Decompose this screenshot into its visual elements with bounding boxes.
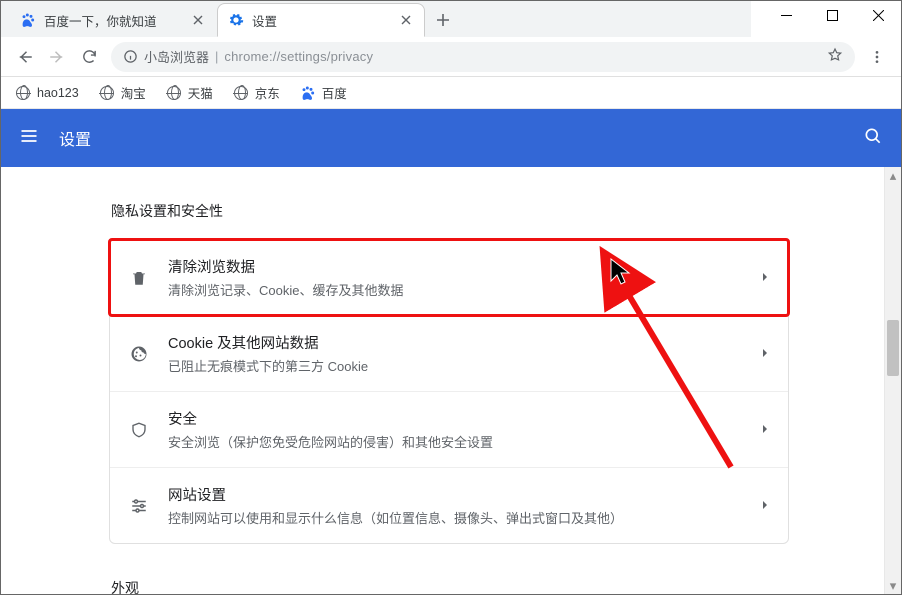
bookmark-hao123[interactable]: hao123 xyxy=(7,81,87,105)
globe-icon xyxy=(233,85,249,101)
cookie-icon xyxy=(128,345,150,363)
nav-forward-button[interactable] xyxy=(41,41,73,73)
privacy-card: 清除浏览数据 清除浏览记录、Cookie、缓存及其他数据 Cookie 及其他网… xyxy=(109,239,789,544)
address-origin: 小岛浏览器 xyxy=(144,47,209,66)
row-security[interactable]: 安全 安全浏览（保护您免受危险网站的侵害）和其他安全设置 xyxy=(110,391,788,467)
bookmark-label: 百度 xyxy=(322,83,347,102)
scroll-down-icon[interactable]: ▾ xyxy=(885,577,901,594)
address-separator: | xyxy=(215,49,218,64)
trash-icon xyxy=(128,269,150,287)
chevron-right-icon xyxy=(760,346,770,361)
baidu-favicon-icon xyxy=(20,12,36,28)
scroll-thumb[interactable] xyxy=(887,320,899,376)
globe-icon xyxy=(99,85,115,101)
tune-icon xyxy=(128,497,150,515)
bookmark-label: hao123 xyxy=(37,86,79,100)
chevron-right-icon xyxy=(760,270,770,285)
bookmark-jd[interactable]: 京东 xyxy=(225,79,288,106)
row-clear-browsing-data[interactable]: 清除浏览数据 清除浏览记录、Cookie、缓存及其他数据 xyxy=(110,240,788,315)
row-desc: 安全浏览（保护您免受危险网站的侵害）和其他安全设置 xyxy=(168,432,760,451)
close-tab-icon[interactable] xyxy=(398,12,414,28)
settings-header: 设置 xyxy=(1,109,901,167)
globe-icon xyxy=(166,85,182,101)
globe-icon xyxy=(15,85,31,101)
toolbar: 小岛浏览器 | chrome://settings/privacy xyxy=(1,37,901,77)
chevron-right-icon xyxy=(760,422,770,437)
row-site-settings[interactable]: 网站设置 控制网站可以使用和显示什么信息（如位置信息、摄像头、弹出式窗口及其他） xyxy=(110,467,788,543)
row-title: 安全 xyxy=(168,408,760,429)
bookmark-star-icon[interactable] xyxy=(827,47,843,66)
shield-icon xyxy=(128,421,150,439)
row-desc: 清除浏览记录、Cookie、缓存及其他数据 xyxy=(168,280,760,299)
window-close-button[interactable] xyxy=(855,1,901,29)
close-tab-icon[interactable] xyxy=(190,12,206,28)
bookmarks-bar: hao123 淘宝 天猫 京东 百度 xyxy=(1,77,901,109)
bookmark-tmall[interactable]: 天猫 xyxy=(158,79,221,106)
bookmark-baidu[interactable]: 百度 xyxy=(292,79,355,106)
address-path: chrome://settings/privacy xyxy=(224,49,373,64)
address-bar[interactable]: 小岛浏览器 | chrome://settings/privacy xyxy=(111,42,855,72)
tab-title: 百度一下，你就知道 xyxy=(44,11,190,30)
settings-content: 隐私设置和安全性 清除浏览数据 清除浏览记录、Cookie、缓存及其他数据 xyxy=(109,167,789,594)
row-title: Cookie 及其他网站数据 xyxy=(168,332,760,353)
site-info-icon[interactable] xyxy=(123,49,138,64)
row-desc: 已阻止无痕模式下的第三方 Cookie xyxy=(168,356,760,375)
bookmark-label: 京东 xyxy=(255,83,280,102)
section-title-privacy: 隐私设置和安全性 xyxy=(111,201,789,221)
chevron-right-icon xyxy=(760,498,770,513)
tab-settings[interactable]: 设置 xyxy=(217,3,425,37)
overflow-menu-button[interactable] xyxy=(861,41,893,73)
bookmark-label: 淘宝 xyxy=(121,83,146,102)
section-title-appearance: 外观 xyxy=(111,578,789,594)
row-cookies[interactable]: Cookie 及其他网站数据 已阻止无痕模式下的第三方 Cookie xyxy=(110,315,788,391)
settings-title: 设置 xyxy=(59,126,91,150)
hamburger-menu-icon[interactable] xyxy=(19,126,39,151)
tab-title: 设置 xyxy=(252,11,398,30)
window-minimize-button[interactable] xyxy=(763,1,809,29)
tab-strip: 百度一下，你就知道 设置 xyxy=(1,1,751,37)
new-tab-button[interactable] xyxy=(429,6,457,34)
nav-reload-button[interactable] xyxy=(73,41,105,73)
tab-baidu[interactable]: 百度一下，你就知道 xyxy=(9,3,217,37)
scroll-up-icon[interactable]: ▴ xyxy=(885,167,901,184)
window-maximize-button[interactable] xyxy=(809,1,855,29)
search-icon[interactable] xyxy=(863,126,883,151)
row-desc: 控制网站可以使用和显示什么信息（如位置信息、摄像头、弹出式窗口及其他） xyxy=(168,508,760,527)
baidu-icon xyxy=(300,85,316,101)
content-scrollbar[interactable]: ▴ ▾ xyxy=(884,167,901,594)
bookmark-taobao[interactable]: 淘宝 xyxy=(91,79,154,106)
nav-back-button[interactable] xyxy=(9,41,41,73)
gear-favicon-icon xyxy=(228,12,244,28)
bookmark-label: 天猫 xyxy=(188,83,213,102)
row-title: 网站设置 xyxy=(168,484,760,505)
row-title: 清除浏览数据 xyxy=(168,256,760,277)
